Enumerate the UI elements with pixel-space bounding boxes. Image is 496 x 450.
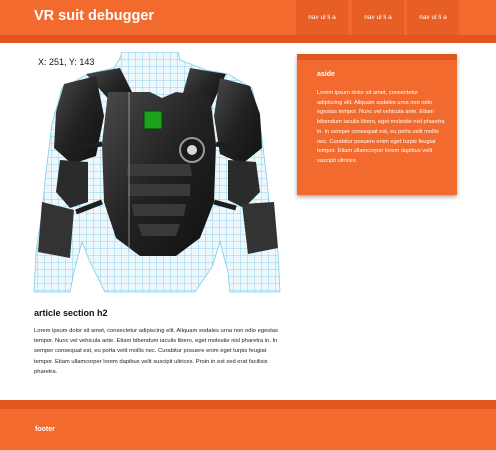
coordinates-readout: X: 251, Y: 143 <box>38 57 95 67</box>
header: VR suit debugger nav ul li a nav ul li a… <box>0 0 496 35</box>
footer-label: footer <box>35 426 55 433</box>
article-title: article section h2 <box>34 308 108 318</box>
debug-marker[interactable] <box>143 110 163 130</box>
app-title: VR suit debugger <box>34 8 155 24</box>
aside-title: aside <box>317 71 335 78</box>
article-text: Lorem ipsum dolor sit amet, consectetur … <box>34 328 278 375</box>
aside-text: Lorem ipsum dolor sit amet, consectetur … <box>317 90 445 164</box>
nav-link-1[interactable]: nav ul li a <box>296 0 348 35</box>
vr-suit-image[interactable] <box>30 52 285 299</box>
nav-link-2[interactable]: nav ul li a <box>352 0 404 35</box>
footer-stripe <box>0 400 496 409</box>
nav-link-3[interactable]: nav ul li a <box>407 0 459 35</box>
aside-stripe <box>297 54 457 60</box>
aside-panel: aside Lorem ipsum dolor sit amet, consec… <box>297 54 457 195</box>
header-stripe <box>0 35 496 43</box>
footer: footer <box>0 409 496 450</box>
